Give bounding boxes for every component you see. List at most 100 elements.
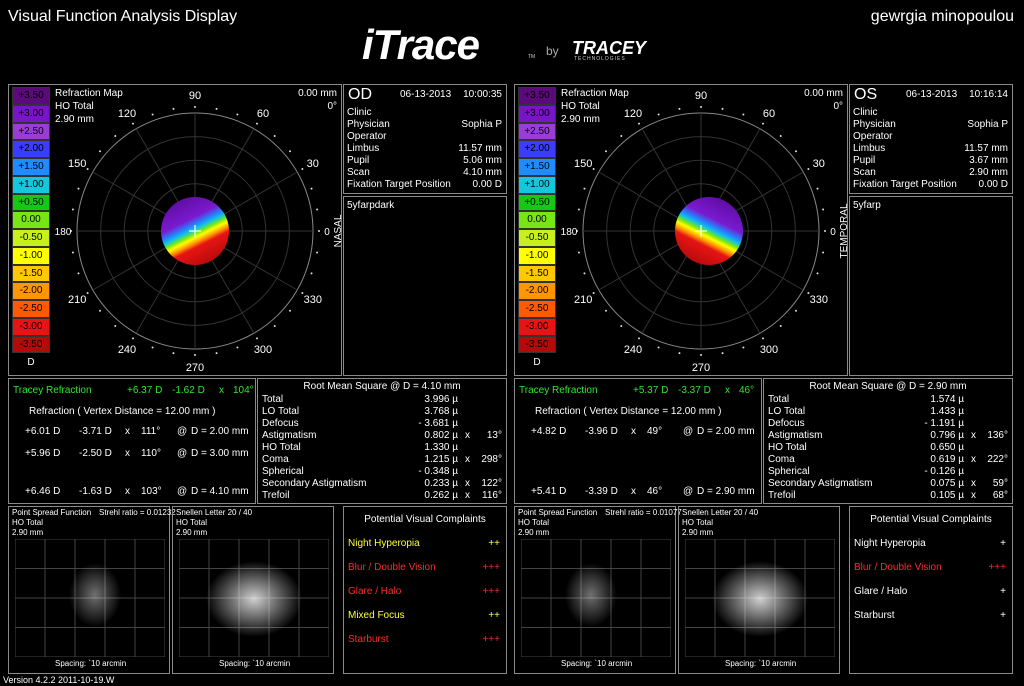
rms-key: HO Total bbox=[262, 442, 301, 453]
rms-value: 0.262 µ bbox=[424, 490, 458, 501]
tick-dot bbox=[638, 122, 640, 125]
refr-x: x bbox=[631, 486, 636, 497]
tick-dot bbox=[678, 107, 681, 110]
snellen-panel: Snellen Letter 20 / 40 HO Total 2.90 mm Spa… bbox=[678, 506, 840, 674]
note-panel: 5yfarp bbox=[849, 196, 1013, 376]
psf-panel-subtitle: HO Total bbox=[12, 518, 43, 527]
rms-x: x bbox=[465, 478, 470, 489]
info-value: Sophia P bbox=[461, 119, 502, 130]
tick-dot bbox=[620, 324, 623, 327]
info-key: Fixation Target Position bbox=[853, 179, 957, 190]
angle-label: 270 bbox=[692, 362, 710, 374]
angle-label: 60 bbox=[257, 108, 269, 120]
rms-value: 1.330 µ bbox=[424, 442, 458, 453]
side-label-left: TEMPORAL bbox=[53, 203, 56, 258]
tick-dot bbox=[86, 168, 89, 170]
info-value: 0.00 D bbox=[472, 179, 502, 190]
info-value: 11.57 mm bbox=[964, 143, 1008, 154]
rms-x: x bbox=[971, 490, 976, 501]
angle-label: 30 bbox=[307, 158, 319, 170]
angle-label: 300 bbox=[760, 344, 778, 356]
tick-dot bbox=[172, 352, 175, 355]
tick-dot bbox=[583, 272, 586, 275]
tick-dot bbox=[236, 346, 239, 349]
tick-dot bbox=[605, 150, 608, 153]
rms-title: Root Mean Square @ D = 2.90 mm bbox=[809, 381, 967, 392]
rms-key: Total bbox=[768, 394, 790, 405]
tick-dot bbox=[794, 150, 797, 153]
rms-key: Coma bbox=[262, 454, 289, 465]
rms-value: 0.802 µ bbox=[424, 430, 458, 441]
tick-dot bbox=[620, 135, 623, 138]
snellen-panel-title: Snellen Letter 20 / 40 bbox=[682, 508, 759, 517]
rms-axis: 222° bbox=[987, 454, 1008, 465]
info-value: 5.06 mm bbox=[463, 155, 502, 166]
tick-dot bbox=[71, 251, 74, 254]
refr-cyl: -3.71 D bbox=[79, 426, 112, 437]
info-key: Physician bbox=[347, 119, 390, 130]
info-value: 2.90 mm bbox=[969, 167, 1008, 178]
info-key: Operator bbox=[347, 131, 387, 142]
legend-cell: +1.00 bbox=[12, 175, 50, 194]
angle-label: 240 bbox=[118, 344, 136, 356]
exam-info-panel: OD 06-13-2013 10:00:35 Clinic Physician Sophi… bbox=[343, 84, 507, 194]
tracey-x: x bbox=[725, 385, 730, 396]
psf-blur bbox=[69, 563, 121, 627]
angle-label-0: 0 bbox=[830, 227, 836, 238]
snellen-panel-size: 2.90 mm bbox=[176, 528, 208, 537]
rms-key: Astigmatism bbox=[262, 430, 317, 441]
complaint-level: + bbox=[1000, 538, 1006, 549]
psf-panel-strehl: Strehl ratio = 0.01232 bbox=[99, 508, 176, 517]
refr-cyl: -3.39 D bbox=[585, 486, 618, 497]
rms-panel: Root Mean Square @ D = 4.10 mm Total 3.996… bbox=[257, 378, 507, 504]
rms-key: LO Total bbox=[262, 406, 300, 417]
tick-dot bbox=[700, 354, 702, 356]
tracey-refraction-label: Tracey Refraction bbox=[519, 385, 598, 396]
rms-key: LO Total bbox=[768, 406, 806, 417]
rms-value: - 3.681 µ bbox=[418, 418, 458, 429]
info-value: 3.67 mm bbox=[969, 155, 1008, 166]
complaint-level: +++ bbox=[482, 634, 500, 645]
tick-dot bbox=[215, 352, 218, 355]
complaints-panel: Potential Visual Complaints Night Hyperop… bbox=[343, 506, 507, 674]
tick-dot bbox=[605, 309, 608, 312]
legend-cell: +3.50 bbox=[518, 87, 556, 105]
tick-dot bbox=[132, 337, 134, 340]
rms-value: 3.768 µ bbox=[424, 406, 458, 417]
info-key: Scan bbox=[853, 167, 876, 178]
rms-value: 1.215 µ bbox=[424, 454, 458, 465]
legend-cell: -2.50 bbox=[12, 300, 50, 318]
tick-dot bbox=[273, 135, 276, 138]
angle-label: 60 bbox=[763, 108, 775, 120]
angle-label: 90 bbox=[695, 90, 707, 102]
refr-at: @ bbox=[177, 426, 188, 437]
tick-dot bbox=[779, 135, 782, 138]
exam-note: 5yfarpdark bbox=[347, 200, 395, 211]
legend-cell: +0.50 bbox=[518, 193, 556, 212]
version-label: Version 4.2.2 2011-10-19.W bbox=[3, 675, 115, 685]
complaint-level: +++ bbox=[482, 586, 500, 597]
complaints-title: Potential Visual Complaints bbox=[870, 514, 992, 525]
rms-key: Spherical bbox=[262, 466, 304, 477]
rms-axis: 68° bbox=[992, 490, 1008, 501]
complaint-label: Starburst bbox=[348, 634, 389, 645]
tick-dot bbox=[721, 107, 724, 110]
rms-value: 0.796 µ bbox=[930, 430, 964, 441]
legend-cell: +2.50 bbox=[518, 122, 556, 141]
refr-sph: +6.46 D bbox=[25, 486, 61, 497]
rms-key: Secondary Astigmatism bbox=[768, 478, 873, 489]
legend-cell: +3.50 bbox=[12, 87, 50, 105]
rms-x: x bbox=[465, 454, 470, 465]
complaint-label: Blur / Double Vision bbox=[854, 562, 942, 573]
rms-value: - 0.348 µ bbox=[418, 466, 458, 477]
tick-dot bbox=[273, 324, 276, 327]
tracey-cyl: -1.62 D bbox=[172, 385, 205, 396]
tick-dot bbox=[816, 272, 819, 275]
rms-panel: Root Mean Square @ D = 2.90 mm Total 1.574… bbox=[763, 378, 1013, 504]
rms-value: 0.233 µ bbox=[424, 478, 458, 489]
psf-panel: Point Spread Function Strehl ratio = 0.01… bbox=[514, 506, 682, 674]
info-value: 0.00 D bbox=[978, 179, 1008, 190]
snellen-panel-grid bbox=[179, 539, 329, 657]
rms-value: 0.105 µ bbox=[930, 490, 964, 501]
tick-dot bbox=[577, 208, 580, 211]
